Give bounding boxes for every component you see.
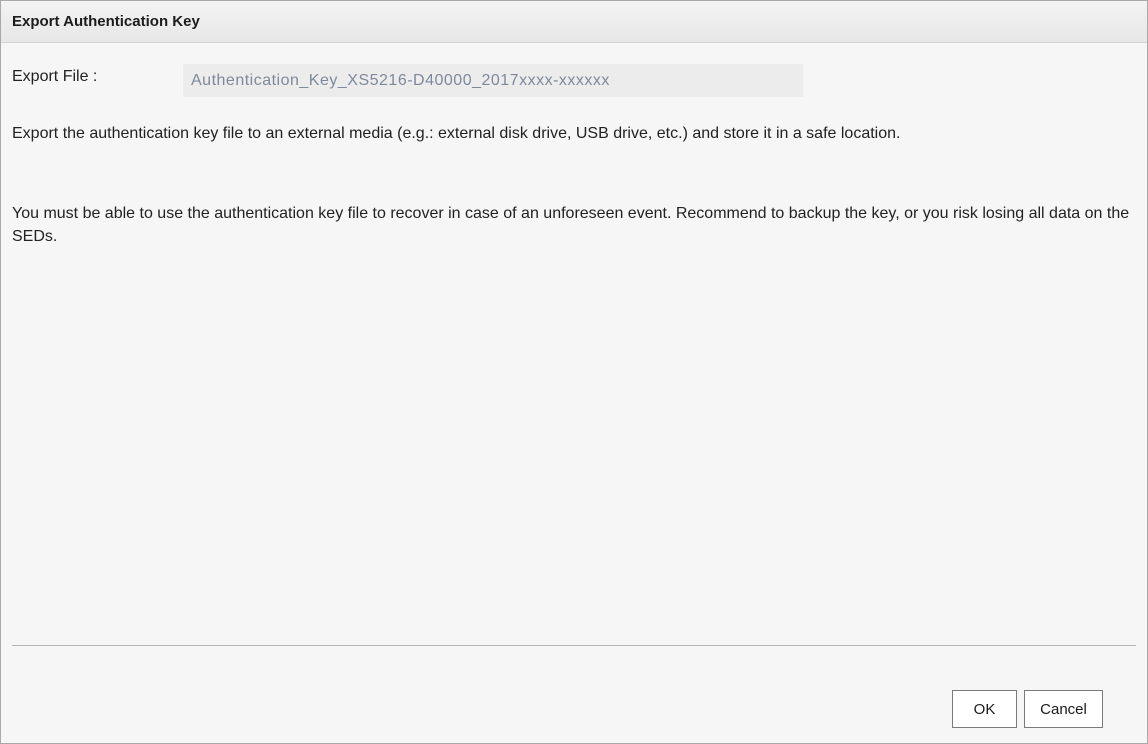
export-file-field[interactable]	[183, 64, 803, 97]
dialog-titlebar[interactable]: Export Authentication Key	[1, 1, 1147, 43]
backup-warning-text: You must be able to use the authenticati…	[12, 205, 1130, 245]
export-authentication-key-dialog: Export Authentication Key Export File : …	[0, 0, 1148, 744]
ok-button[interactable]: OK	[952, 690, 1017, 728]
dialog-title: Export Authentication Key	[12, 13, 200, 30]
export-instructions-text: Export the authentication key file to an…	[12, 125, 901, 142]
cancel-button[interactable]: Cancel	[1024, 690, 1103, 728]
footer-divider	[12, 645, 1136, 646]
export-file-label: Export File :	[12, 68, 98, 85]
